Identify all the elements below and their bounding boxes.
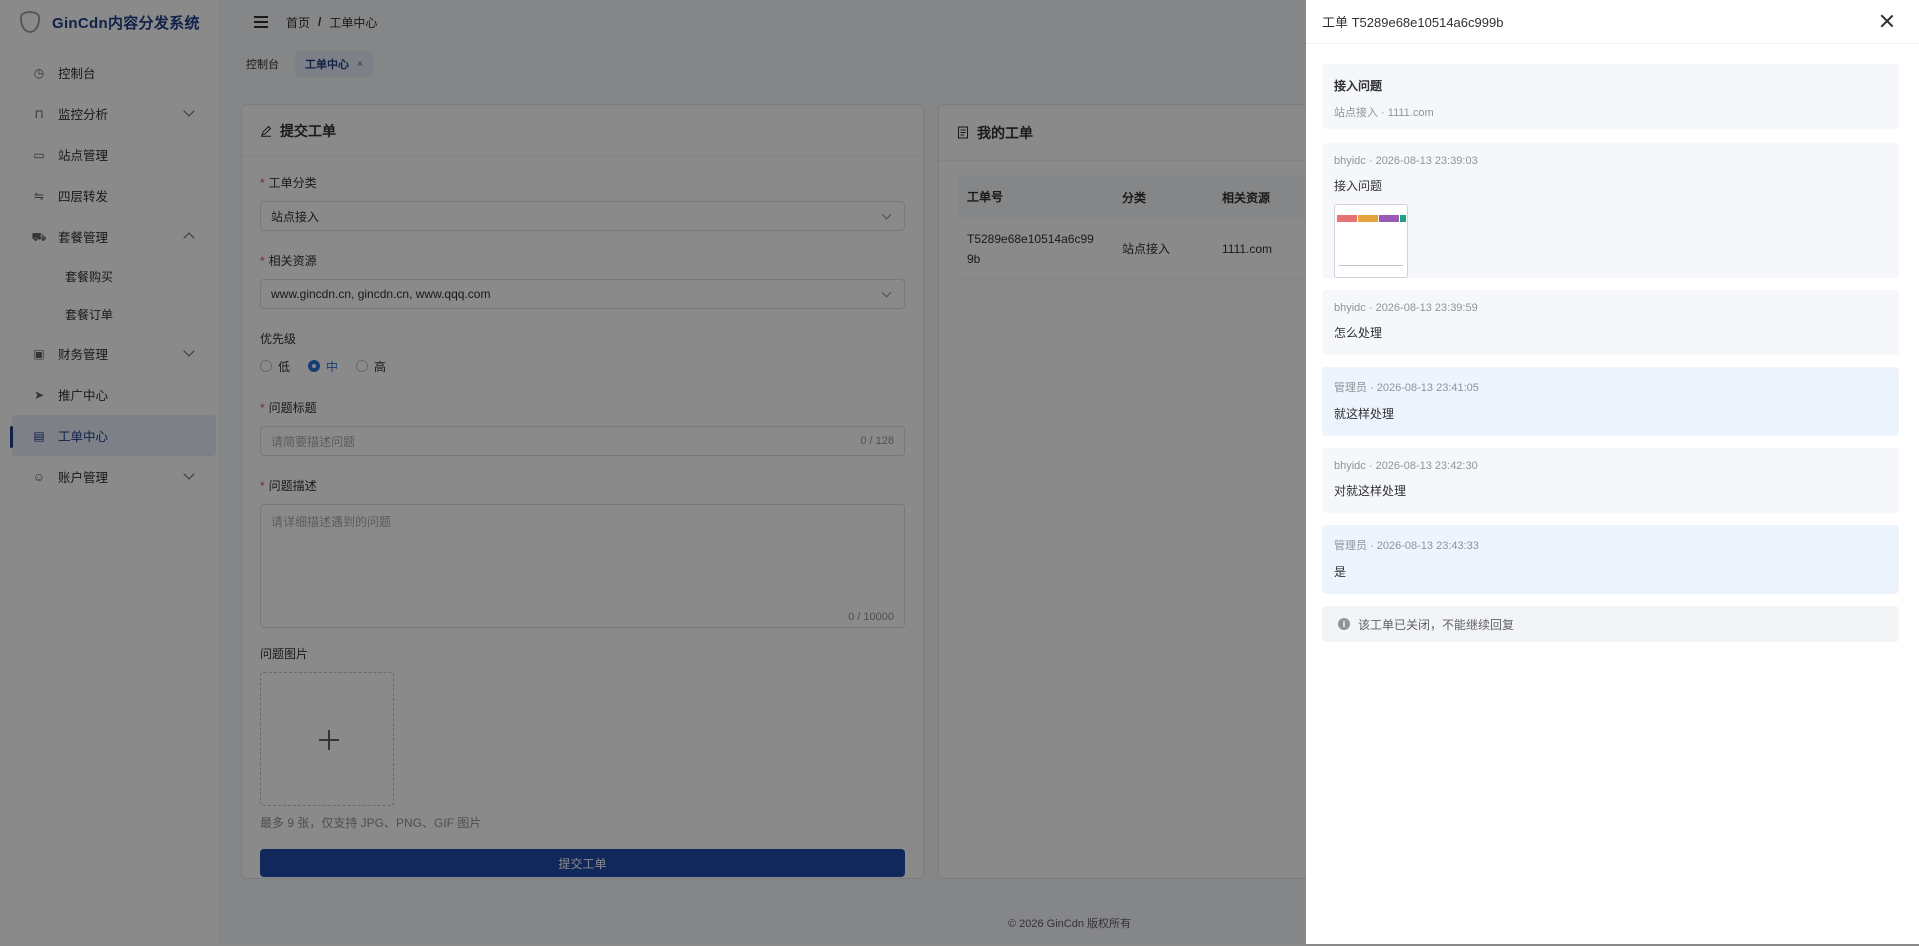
message-text: 是 [1334, 565, 1347, 579]
closed-notice-text: 该工单已关闭，不能继续回复 [1358, 617, 1515, 632]
message-item: bhyidc · 2026-08-13 23:42:30 对就这样处理 [1322, 448, 1899, 513]
drawer-title: 工单 T5289e68e10514a6c999b [1322, 15, 1504, 30]
ticket-info: 接入问题 站点接入 · 1111.com [1322, 64, 1899, 129]
ticket-detail-drawer: 工单 T5289e68e10514a6c999b 接入问题 站点接入 · 111… [1306, 0, 1919, 944]
message-item: bhyidc · 2026-08-13 23:39:59 怎么处理 [1322, 290, 1899, 355]
drawer-body: 接入问题 站点接入 · 1111.com bhyidc · 2026-08-13… [1306, 44, 1919, 642]
message-item: bhyidc · 2026-08-13 23:39:03 接入问题 [1322, 143, 1899, 278]
drawer-header: 工单 T5289e68e10514a6c999b [1306, 0, 1919, 44]
message-text: 就这样处理 [1334, 407, 1395, 421]
closed-notice: i 该工单已关闭，不能继续回复 [1322, 606, 1899, 642]
ticket-subject: 接入问题 [1334, 79, 1383, 93]
message-text: 接入问题 [1334, 179, 1383, 193]
message-meta: bhyidc · 2026-08-13 23:39:03 [1334, 155, 1478, 167]
message-meta: 管理员 · 2026-08-13 23:43:33 [1334, 540, 1479, 552]
attachment-thumbnail[interactable] [1334, 204, 1408, 278]
message-item-admin: 管理员 · 2026-08-13 23:41:05 就这样处理 [1322, 367, 1899, 436]
ticket-meta: 站点接入 · 1111.com [1334, 107, 1434, 119]
message-item-admin: 管理员 · 2026-08-13 23:43:33 是 [1322, 525, 1899, 594]
info-icon: i [1338, 618, 1350, 630]
message-meta: bhyidc · 2026-08-13 23:39:59 [1334, 302, 1478, 314]
message-text: 怎么处理 [1334, 326, 1383, 340]
message-meta: bhyidc · 2026-08-13 23:42:30 [1334, 460, 1478, 472]
message-text: 对就这样处理 [1334, 484, 1407, 498]
close-icon[interactable] [1879, 13, 1895, 29]
message-meta: 管理员 · 2026-08-13 23:41:05 [1334, 382, 1479, 394]
